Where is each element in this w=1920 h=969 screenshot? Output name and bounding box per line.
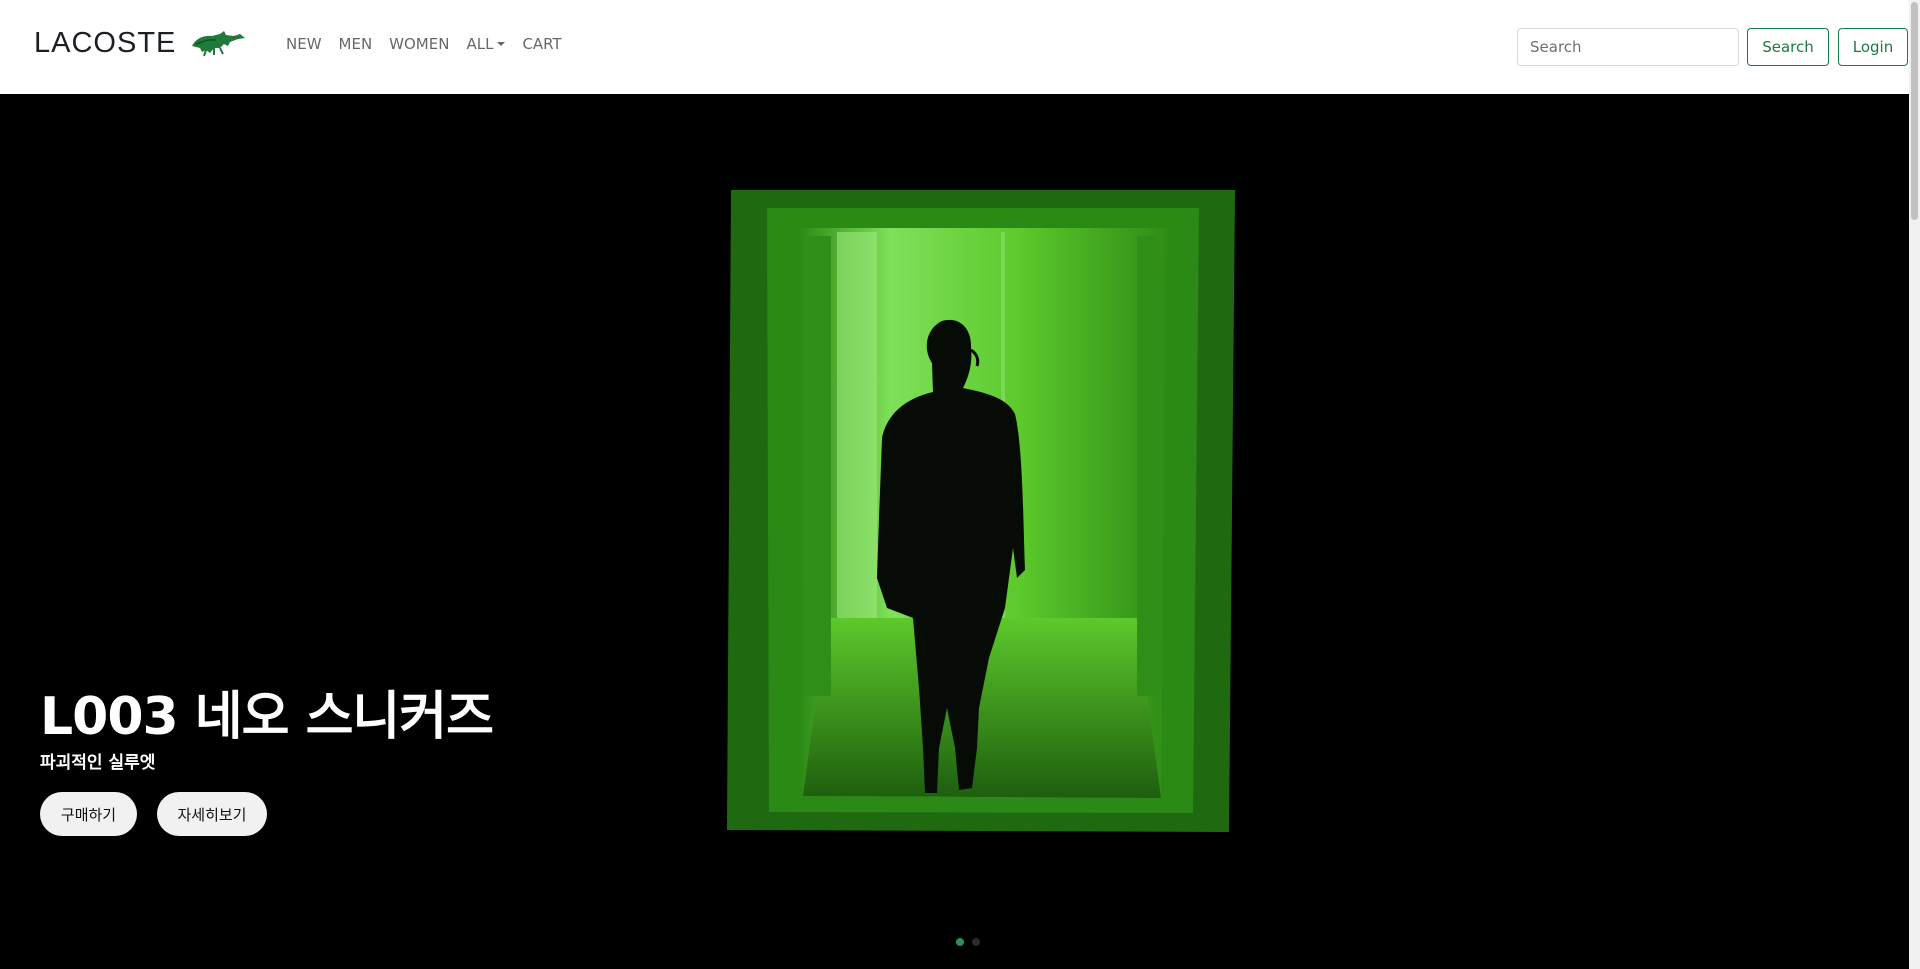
hero-subtitle: 파괴적인 실루엣 [40, 753, 156, 773]
scrollbar-thumb[interactable] [1911, 2, 1918, 220]
hero-carousel: L003 네오 스니커즈 파괴적인 실루엣 구매하기 자세히보기 [0, 94, 1909, 969]
brand-logo[interactable]: LACOSTE [34, 26, 246, 60]
search-input[interactable] [1517, 28, 1739, 66]
nav-women[interactable]: WOMEN [389, 35, 449, 53]
details-button[interactable]: 자세히보기 [157, 792, 267, 836]
buy-button[interactable]: 구매하기 [40, 792, 137, 836]
brand-name: LACOSTE [34, 26, 177, 59]
carousel-indicator-1[interactable] [956, 938, 964, 946]
top-navbar: LACOSTE NEW MEN WOMEN ALL CART Search Lo… [0, 0, 1909, 94]
hero-title: L003 네오 스니커즈 [40, 687, 494, 747]
page-scrollbar[interactable] [1909, 0, 1920, 969]
nav-men[interactable]: MEN [339, 35, 373, 53]
search-button[interactable]: Search [1747, 28, 1829, 66]
nav-all-dropdown[interactable]: ALL [466, 35, 506, 53]
carousel-indicators [956, 938, 980, 946]
crocodile-icon [192, 31, 246, 57]
carousel-indicator-2[interactable] [972, 938, 980, 946]
nav-new[interactable]: NEW [286, 35, 322, 53]
login-button[interactable]: Login [1838, 28, 1908, 66]
nav-all-label: ALL [466, 35, 494, 53]
nav-cart[interactable]: CART [522, 35, 561, 53]
hero-image [727, 190, 1235, 832]
main-nav: NEW MEN WOMEN ALL CART [286, 35, 579, 53]
chevron-down-icon [497, 42, 506, 46]
